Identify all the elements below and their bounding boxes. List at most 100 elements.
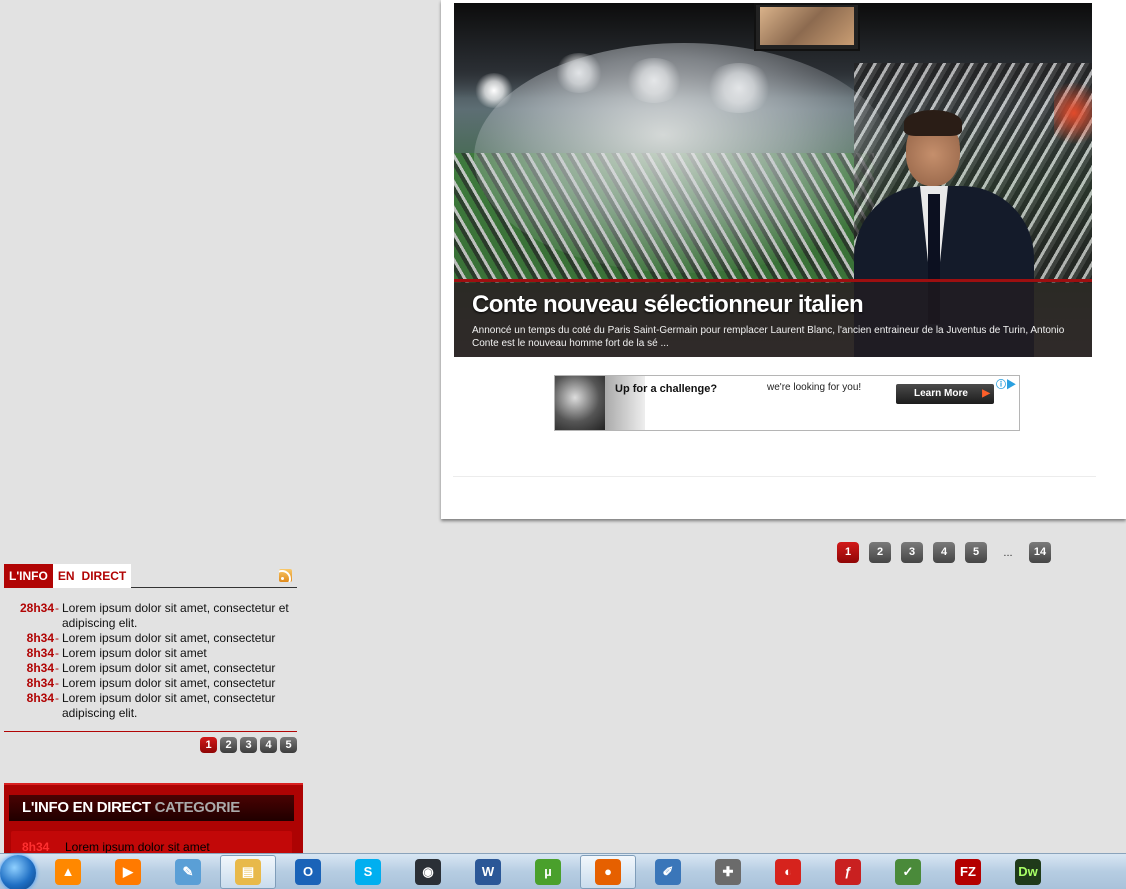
media-player-icon: ▶ [115, 858, 141, 885]
list-item[interactable]: 8h34 - Lorem ipsum dolor sit amet, conse… [4, 691, 297, 721]
pagination-ellipsis: ... [1003, 546, 1013, 559]
outlook-icon: O [295, 858, 321, 885]
tab-linfo[interactable]: L'INFO [4, 564, 53, 588]
dreamweaver-icon: Dw [1015, 858, 1041, 885]
live-feed-tabs: L'INFO EN DIRECT [4, 564, 297, 588]
item-time: 8h34 [26, 646, 54, 660]
live-feed-widget: L'INFO EN DIRECT 28h34 - Lorem ipsum dol… [4, 564, 297, 753]
ad-photo [555, 376, 605, 430]
live-page-3-button[interactable]: 3 [240, 737, 257, 753]
live-page-4-button[interactable]: 4 [260, 737, 277, 753]
ad-headline: Up for a challenge? [615, 383, 718, 395]
item-separator: - [55, 691, 59, 705]
list-item[interactable]: 8h34 - Lorem ipsum dolor sit amet, conse… [4, 661, 297, 676]
taskbar: ▲ ▶ ✎ ▤ O S ◉ Wµ ● ✐ ✚ ◐ ƒ ✓ FZ Dw [0, 853, 1126, 889]
taskbar-button[interactable]: FZ [940, 855, 996, 889]
stadium-screen [754, 3, 860, 51]
page-3-button[interactable]: 3 [901, 542, 923, 563]
item-text[interactable]: Lorem ipsum dolor sit amet, consectetur [62, 661, 297, 676]
firefox-icon: ● [595, 858, 621, 885]
item-text[interactable]: Lorem ipsum dolor sit amet [65, 840, 210, 854]
list-item[interactable]: 8h34 - Lorem ipsum dolor sit amet, conse… [4, 676, 297, 691]
article-excerpt: Annoncé un temps du coté du Paris Saint-… [472, 325, 1065, 349]
taskbar-button[interactable]: S [340, 855, 396, 889]
article-title[interactable]: Conte nouveau sélectionneur italien [472, 291, 864, 319]
item-separator: - [55, 631, 59, 645]
start-button[interactable] [0, 854, 36, 889]
taskbar-button[interactable]: ● [580, 854, 636, 889]
taskbar-button[interactable]: ▤ [220, 854, 276, 889]
category-box-heading: L'INFO EN DIRECT CATEGORIE [9, 795, 294, 821]
page-2-button[interactable]: 2 [869, 542, 891, 563]
list-item[interactable]: 8h34 - Lorem ipsum dolor sit amet, conse… [4, 631, 297, 646]
taskbar-button[interactable]: ✎ [160, 855, 216, 889]
taskbar-button[interactable]: ◐ [760, 855, 816, 889]
item-time: 8h34 [22, 840, 50, 854]
live-feed-list: 28h34 - Lorem ipsum dolor sit amet, cons… [4, 601, 297, 721]
item-time: 8h34 [26, 691, 54, 705]
item-time: 8h34 [26, 676, 54, 690]
ad-tagline: we're looking for you! [767, 382, 862, 393]
ad-learn-more-button[interactable]: Learn More [896, 384, 994, 404]
explorer-icon: ▤ [235, 858, 261, 885]
flare [1054, 73, 1092, 153]
taskbar-button[interactable]: O [280, 855, 336, 889]
filezilla-icon: FZ [955, 858, 981, 885]
page-1-button[interactable]: 1 [837, 542, 859, 563]
live-feed-divider [4, 731, 297, 732]
skype-icon: S [355, 858, 381, 885]
pen-tool-icon: ✐ [655, 858, 681, 885]
ad-banner[interactable]: Up for a challenge? we're looking for yo… [554, 375, 1020, 431]
item-text[interactable]: Lorem ipsum dolor sit amet, consectetur … [62, 601, 297, 631]
list-item[interactable]: 28h34 - Lorem ipsum dolor sit amet, cons… [4, 601, 297, 631]
taskbar-button[interactable]: ✐ [640, 855, 696, 889]
category-heading-text: L'INFO EN DIRECT [22, 799, 151, 816]
item-separator: - [55, 646, 59, 660]
utorrent-icon: µ [535, 858, 561, 885]
taskbar-button[interactable]: ƒ [820, 855, 876, 889]
item-text[interactable]: Lorem ipsum dolor sit amet, consectetur [62, 676, 297, 691]
page-last-button[interactable]: 14 [1029, 542, 1051, 563]
item-separator: - [55, 601, 59, 615]
taskbar-button[interactable]: W [460, 855, 516, 889]
chart-editor-icon: ✓ [895, 858, 921, 885]
taskbar-button[interactable]: ◉ [400, 855, 456, 889]
notepad-icon: ✎ [175, 858, 201, 885]
taskbar-button[interactable]: ✚ [700, 855, 756, 889]
taskbar-button[interactable]: ▶ [100, 855, 156, 889]
page-4-button[interactable]: 4 [933, 542, 955, 563]
taskbar-button[interactable]: µ [520, 855, 576, 889]
item-text[interactable]: Lorem ipsum dolor sit amet, consectetur … [62, 691, 297, 721]
vlc-icon: ▲ [55, 858, 81, 885]
live-page-2-button[interactable]: 2 [220, 737, 237, 753]
recorder-icon: ◐ [775, 858, 801, 885]
steam-icon: ◉ [415, 858, 441, 885]
category-heading-name: CATEGORIE [154, 799, 241, 816]
page-5-button[interactable]: 5 [965, 542, 987, 563]
live-feed-pagination: 1 2 3 4 5 [4, 737, 297, 753]
category-live-box: L'INFO EN DIRECT CATEGORIE 8h34 Lorem ip… [4, 783, 303, 863]
item-time: 28h34 [19, 601, 54, 615]
item-separator: - [55, 661, 59, 675]
taskbar-button[interactable]: ▲ [40, 855, 96, 889]
item-time: 8h34 [26, 631, 54, 645]
adchoices-icon[interactable]: ⓘ▶ [996, 376, 1016, 391]
article-pagination: 1 2 3 4 5 ... 14 [837, 542, 1061, 563]
gamepad-icon: ✚ [715, 858, 741, 885]
live-page-1-button[interactable]: 1 [200, 737, 217, 753]
taskbar-button[interactable]: Dw [1000, 855, 1056, 889]
tab-en[interactable]: EN [52, 564, 80, 588]
list-item[interactable]: 8h34 - Lorem ipsum dolor sit amet [4, 646, 297, 661]
flash-icon: ƒ [835, 858, 861, 885]
item-text[interactable]: Lorem ipsum dolor sit amet [62, 646, 297, 661]
rss-icon[interactable] [279, 569, 292, 582]
tab-direct[interactable]: DIRECT [79, 564, 132, 588]
live-page-5-button[interactable]: 5 [280, 737, 297, 753]
item-time: 8h34 [26, 661, 54, 675]
item-separator: - [55, 676, 59, 690]
card-divider [453, 476, 1096, 477]
taskbar-button[interactable]: ✓ [880, 855, 936, 889]
featured-article[interactable]: Conte nouveau sélectionneur italien Anno… [454, 3, 1092, 357]
smoke-cloud [474, 43, 894, 273]
item-text[interactable]: Lorem ipsum dolor sit amet, consectetur [62, 631, 297, 646]
